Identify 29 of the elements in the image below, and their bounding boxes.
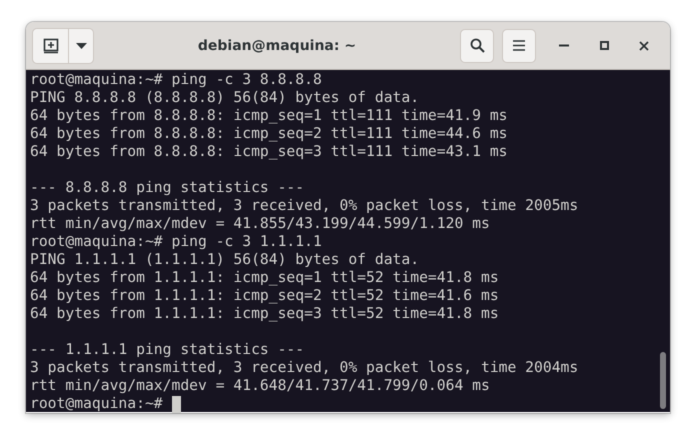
terminal-line: 64 bytes from 1.1.1.1: icmp_seq=3 ttl=52 time=41.8 ms xyxy=(30,305,499,323)
dropdown-button[interactable] xyxy=(68,28,93,62)
terminal-line: 3 packets transmitted, 3 received, 0% packet loss, time 2005ms xyxy=(30,197,578,215)
search-icon xyxy=(470,38,484,53)
minimize-icon xyxy=(559,44,569,47)
terminal-line: PING 8.8.8.8 (8.8.8.8) 56(84) bytes of data. xyxy=(30,89,420,107)
maximize-icon xyxy=(600,41,608,50)
terminal-line: rtt min/avg/max/mdev = 41.648/41.737/41.799/0.064 ms xyxy=(30,377,490,395)
caret-icon xyxy=(76,42,86,48)
close-icon xyxy=(639,40,649,50)
terminal-line: root@maquina:~# ping -c 3 8.8.8.8 xyxy=(30,71,322,89)
window-title: debian@maquina: ~ xyxy=(196,38,358,54)
scrollbar-thumb[interactable] xyxy=(660,352,666,409)
terminal-prompt: root@maquina:~# xyxy=(30,395,163,413)
menu-icon xyxy=(513,40,525,51)
terminal-line: root@maquina:~# ping -c 3 1.1.1.1 xyxy=(30,233,322,251)
menu-button[interactable] xyxy=(502,28,536,62)
terminal-line: --- 8.8.8.8 ping statistics --- xyxy=(30,179,304,197)
terminal-line: rtt min/avg/max/mdev = 41.855/43.199/44.599/1.120 ms xyxy=(30,215,490,233)
terminal-line: 64 bytes from 8.8.8.8: icmp_seq=3 ttl=111 time=43.1 ms xyxy=(30,143,508,161)
terminal-line: 64 bytes from 8.8.8.8: icmp_seq=1 ttl=111 time=41.9 ms xyxy=(30,107,508,125)
terminal-line: 64 bytes from 1.1.1.1: icmp_seq=1 ttl=52 time=41.8 ms xyxy=(30,269,499,287)
terminal-line: PING 1.1.1.1 (1.1.1.1) 56(84) bytes of data. xyxy=(30,251,420,269)
terminal-line: 64 bytes from 8.8.8.8: icmp_seq=2 ttl=111 time=44.6 ms xyxy=(30,125,508,143)
terminal-line: 64 bytes from 1.1.1.1: icmp_seq=2 ttl=52 time=41.6 ms xyxy=(30,287,499,305)
terminal-line: 3 packets transmitted, 3 received, 0% packet loss, time 2004ms xyxy=(30,359,578,377)
new-tab-icon xyxy=(42,38,58,54)
search-button[interactable] xyxy=(460,28,494,62)
terminal-line: --- 1.1.1.1 ping statistics --- xyxy=(30,341,304,359)
